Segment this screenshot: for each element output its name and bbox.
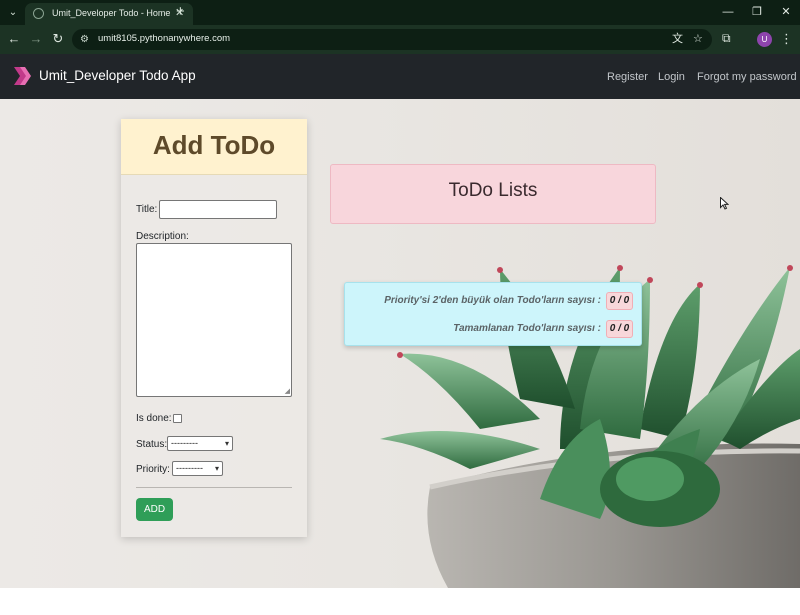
browser-toolbar: ← → ↻ ⚙ umit8105.pythonanywhere.com 文 ☆ [0,25,800,54]
page-footer-area [0,588,800,615]
forward-icon[interactable]: → [28,31,44,47]
brand-name[interactable]: Umit_Developer Todo App [39,68,196,83]
add-todo-card: Add ToDo Title: Description: ◢ Is done: … [121,119,307,537]
add-todo-title: Add ToDo [152,130,276,160]
new-tab-icon[interactable]: + [176,2,185,22]
add-todo-header: Add ToDo [121,119,307,175]
back-icon[interactable]: ← [6,31,22,47]
browser-tab-strip: ⌄ Umit_Developer Todo - Home ✕ + — ❐ ✕ [0,0,800,25]
stats-panel: Priority'si 2'den büyük olan Todo'ların … [344,282,642,346]
register-link[interactable]: Register [607,71,648,83]
chevron-down-icon: ▾ [224,439,229,448]
browser-tab[interactable]: Umit_Developer Todo - Home ✕ [25,3,193,25]
minimize-icon[interactable]: — [714,0,742,25]
extensions-icon[interactable]: ⧉ [722,31,731,46]
add-button[interactable]: ADD [136,498,173,521]
priority-select[interactable]: --------- ▾ [172,461,223,476]
done-count-label: Tamamlanan Todo'ların sayısı : [453,323,601,334]
favicon-icon [33,8,44,19]
description-textarea[interactable]: ◢ [136,243,292,397]
mouse-cursor-icon [720,197,729,210]
is-done-checkbox[interactable] [173,414,182,423]
priority-selected-value: --------- [176,463,203,473]
chevron-down-icon: ▾ [214,464,219,473]
forgot-password-link[interactable]: Forgot my password [697,71,797,83]
done-count-badge: 0 / 0 [606,320,633,338]
menu-icon[interactable]: ⋮ [780,31,793,47]
todo-lists-title: ToDo Lists [448,180,538,201]
divider [136,487,292,488]
priority-count-label: Priority'si 2'den büyük olan Todo'ların … [384,295,601,306]
address-bar[interactable]: ⚙ umit8105.pythonanywhere.com 文 ☆ [72,29,712,50]
priority-count-badge: 0 / 0 [606,292,633,310]
restore-icon[interactable]: ❐ [743,0,771,25]
avatar[interactable]: U [757,32,772,47]
tab-search-icon[interactable]: ⌄ [4,4,22,21]
translate-icon[interactable]: 文 [672,32,683,47]
title-input[interactable] [159,200,277,219]
window-close-icon[interactable]: ✕ [772,0,800,25]
app-navbar: Umit_Developer Todo App Register Login F… [0,54,800,99]
status-selected-value: --------- [171,438,198,448]
tab-title: Umit_Developer Todo - Home [52,8,171,18]
site-info-icon[interactable]: ⚙ [80,32,89,47]
login-link[interactable]: Login [658,71,685,83]
url-text: umit8105.pythonanywhere.com [98,33,231,44]
status-select[interactable]: --------- ▾ [167,436,233,451]
status-label: Status: [136,439,168,450]
is-done-label: Is done: [136,413,172,424]
description-label: Description: [136,231,189,242]
title-label: Title: [136,204,158,215]
star-icon[interactable]: ☆ [693,32,703,47]
priority-label: Priority: [136,464,170,475]
todo-lists-card: ToDo Lists [330,164,656,224]
reload-icon[interactable]: ↻ [50,31,66,47]
resize-handle-icon[interactable]: ◢ [285,388,290,395]
brand-logo-icon[interactable] [13,65,33,87]
